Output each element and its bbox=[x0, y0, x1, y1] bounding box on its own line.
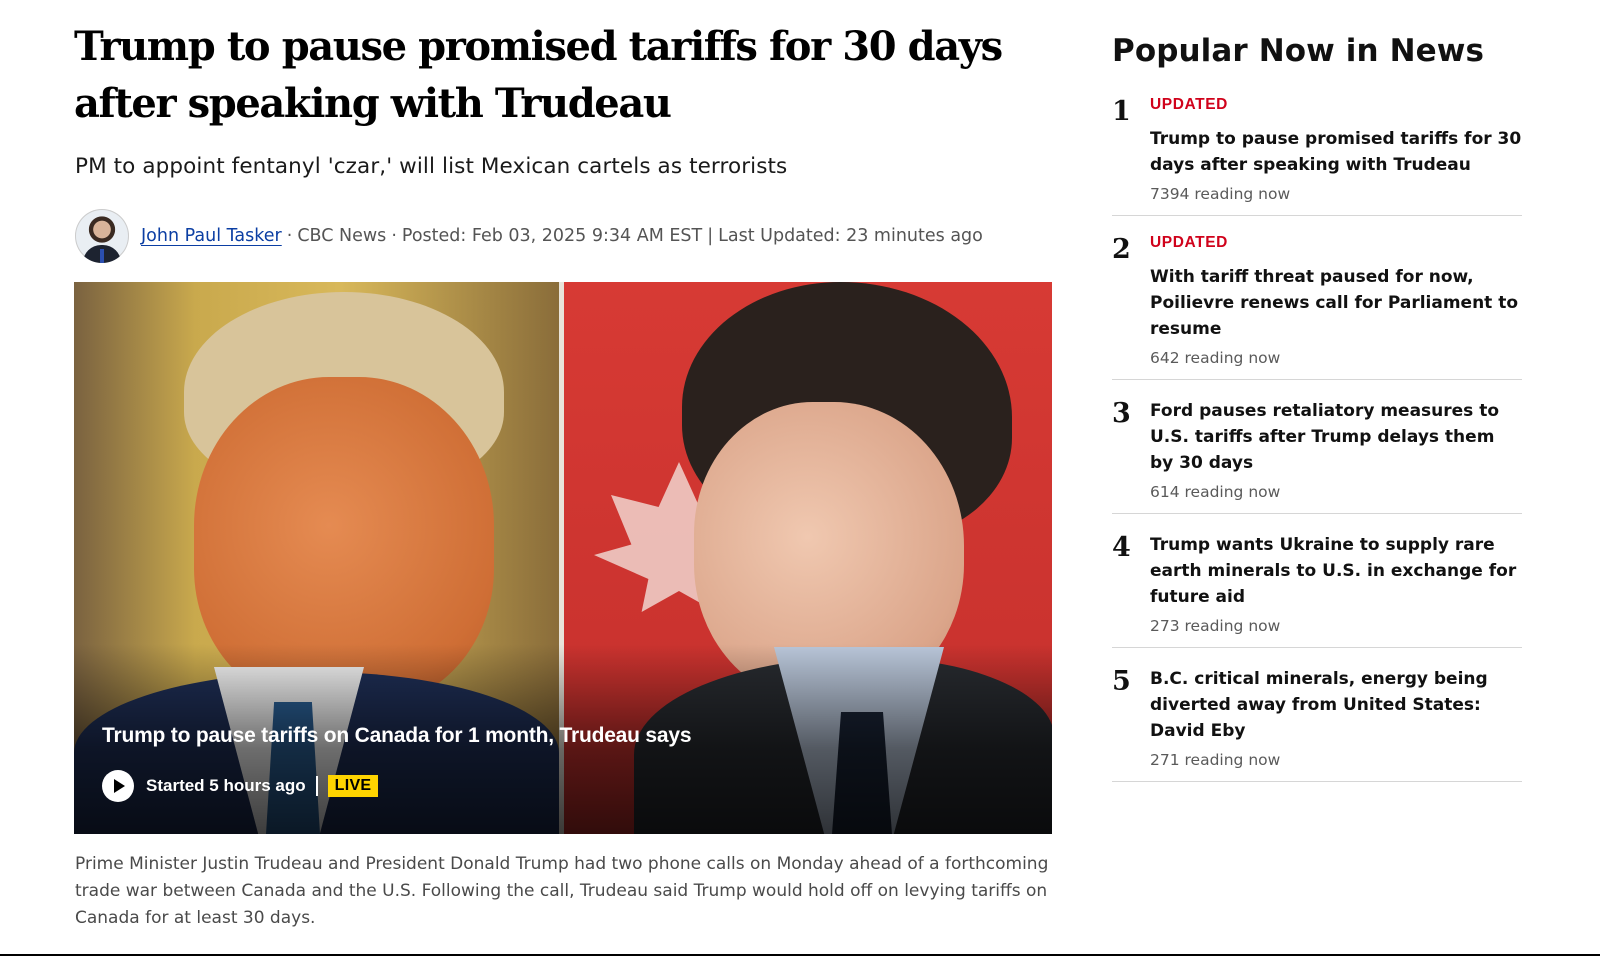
reading-count: 273 reading now bbox=[1150, 617, 1281, 635]
popular-rank: 2 bbox=[1112, 234, 1131, 265]
author-link[interactable]: John Paul Tasker bbox=[141, 226, 282, 246]
hero-video[interactable]: Trump to pause tariffs on Canada for 1 m… bbox=[74, 282, 1052, 834]
popular-title[interactable]: Trump to pause promised tariffs for 30 d… bbox=[1150, 126, 1522, 178]
popular-title[interactable]: B.C. critical minerals, energy being div… bbox=[1150, 666, 1522, 744]
updated-badge: UPDATED bbox=[1150, 96, 1228, 113]
meta-divider bbox=[315, 776, 318, 796]
popular-rank: 4 bbox=[1112, 532, 1131, 563]
byline-pipe: | bbox=[707, 226, 714, 246]
article-headline: Trump to pause promised tariffs for 30 d… bbox=[74, 23, 1003, 127]
popular-title[interactable]: Ford pauses retaliatory measures to U.S.… bbox=[1150, 398, 1522, 476]
popular-item[interactable]: 2 UPDATED With tariff threat paused for … bbox=[1112, 234, 1522, 380]
popular-title[interactable]: Trump wants Ukraine to supply rare earth… bbox=[1150, 532, 1522, 610]
byline: John Paul Tasker · CBC News · Posted: Fe… bbox=[75, 208, 983, 264]
reading-count: 642 reading now bbox=[1150, 349, 1281, 367]
reading-count: 614 reading now bbox=[1150, 483, 1281, 501]
video-caption[interactable]: Trump to pause tariffs on Canada for 1 m… bbox=[102, 724, 692, 748]
updated-badge: UPDATED bbox=[1150, 234, 1228, 251]
live-badge: LIVE bbox=[327, 775, 379, 797]
byline-updated: Last Updated: 23 minutes ago bbox=[718, 226, 983, 246]
popular-rank: 5 bbox=[1112, 666, 1131, 697]
byline-posted: Posted: Feb 03, 2025 9:34 AM EST bbox=[401, 226, 703, 246]
popular-item[interactable]: 4 Trump wants Ukraine to supply rare ear… bbox=[1112, 532, 1522, 648]
article-subheadline: PM to appoint fentanyl 'czar,' will list… bbox=[75, 154, 788, 179]
byline-outlet: CBC News bbox=[297, 226, 387, 246]
popular-rank: 1 bbox=[1112, 96, 1131, 127]
byline-separator: · bbox=[391, 226, 397, 246]
reading-count: 271 reading now bbox=[1150, 751, 1281, 769]
video-meta: Started 5 hours ago LIVE bbox=[102, 770, 379, 802]
video-summary: Prime Minister Justin Trudeau and Presid… bbox=[75, 854, 1049, 928]
popular-item[interactable]: 5 B.C. critical minerals, energy being d… bbox=[1112, 666, 1522, 782]
play-icon[interactable] bbox=[102, 770, 134, 802]
author-avatar[interactable] bbox=[75, 209, 129, 263]
popular-item[interactable]: 1 UPDATED Trump to pause promised tariff… bbox=[1112, 96, 1522, 216]
popular-item[interactable]: 3 Ford pauses retaliatory measures to U.… bbox=[1112, 398, 1522, 514]
video-started: Started 5 hours ago bbox=[146, 776, 306, 795]
popular-title[interactable]: With tariff threat paused for now, Poili… bbox=[1150, 264, 1522, 342]
reading-count: 7394 reading now bbox=[1150, 185, 1291, 203]
popular-rank: 3 bbox=[1112, 398, 1131, 429]
sidebar-title: Popular Now in News bbox=[1112, 33, 1485, 69]
popular-sidebar: Popular Now in News 1 UPDATED Trump to p… bbox=[1112, 24, 1522, 800]
byline-separator: · bbox=[286, 226, 293, 246]
